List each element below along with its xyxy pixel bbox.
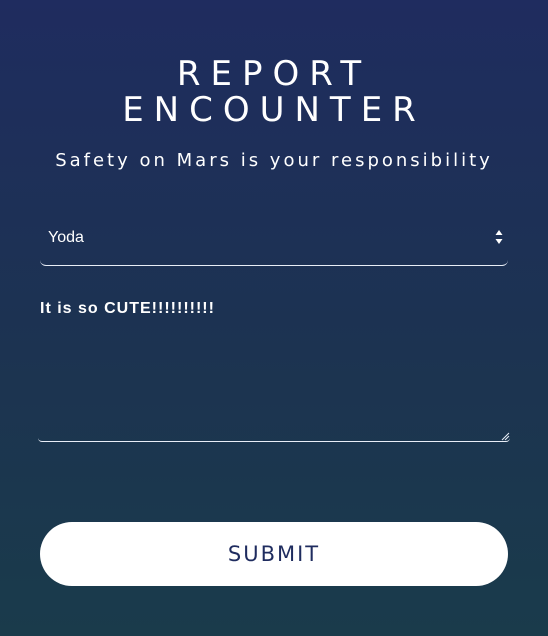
encounter-description-text: It is so CUTE!!!!!!!!!! — [40, 300, 215, 317]
resize-handle-icon[interactable] — [500, 431, 510, 441]
title-line-1: REPORT — [176, 54, 372, 94]
title-line-2: ENCOUNTER — [122, 90, 426, 130]
up-down-chevron-icon — [495, 230, 503, 244]
report-encounter-page: REPORT ENCOUNTER Safety on Mars is your … — [0, 0, 548, 636]
encounter-description-textarea[interactable]: It is so CUTE!!!!!!!!!! — [38, 292, 510, 442]
page-title: REPORT ENCOUNTER — [0, 56, 548, 128]
encounter-select-value: Yoda — [48, 229, 84, 246]
page-subtitle: Safety on Mars is your responsibility — [55, 150, 493, 171]
encounter-select[interactable]: Yoda — [40, 212, 508, 266]
submit-button[interactable]: SUBMIT — [40, 522, 508, 586]
